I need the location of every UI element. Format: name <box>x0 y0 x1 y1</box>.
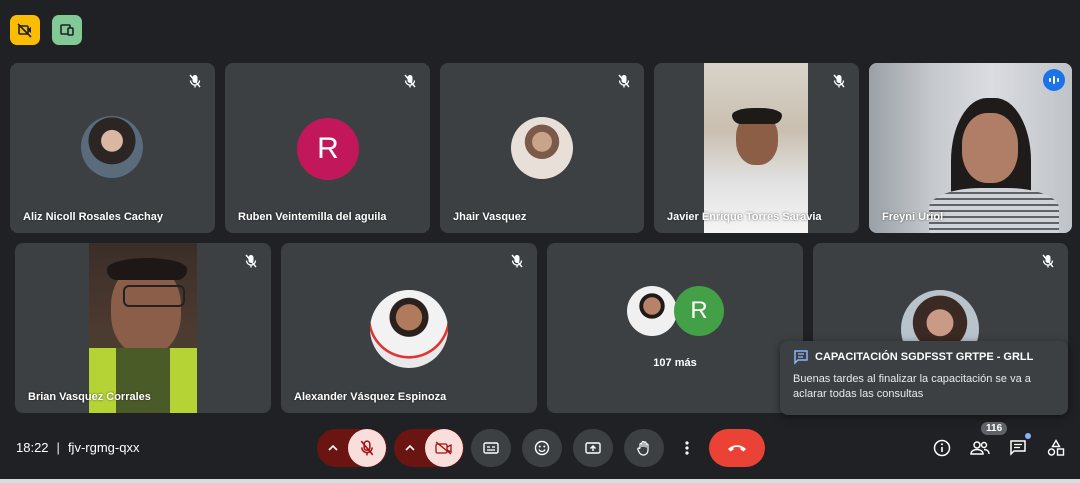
chat-icon <box>1010 440 1026 456</box>
participants-count-badge: 116 <box>981 422 1008 435</box>
captions-button[interactable] <box>471 429 511 467</box>
hang-up-icon <box>728 445 746 452</box>
camera-control[interactable] <box>394 429 464 467</box>
participant-video <box>869 63 1072 233</box>
mic-off-icon <box>241 251 261 271</box>
activities-icon <box>1047 439 1065 456</box>
activities-button[interactable] <box>1044 436 1068 460</box>
emoji-reaction-button[interactable] <box>522 429 562 467</box>
avatar-letter: R <box>297 118 359 180</box>
present-icon <box>585 442 601 454</box>
participant-tile[interactable]: Javier Enrique Torres Saravia <box>654 63 859 233</box>
captions-icon <box>483 442 499 454</box>
mic-off-icon <box>507 251 527 271</box>
avatar <box>627 286 677 336</box>
mic-off-icon <box>614 71 634 91</box>
chevron-up-icon[interactable] <box>318 429 348 467</box>
mic-off-button[interactable] <box>348 429 386 467</box>
no-record-icon[interactable] <box>10 15 40 45</box>
participant-tile[interactable]: R Ruben Veintemilla del aguila <box>225 63 430 233</box>
mic-off-icon <box>400 71 420 91</box>
people-button[interactable] <box>968 436 992 460</box>
leave-call-button[interactable] <box>709 429 765 467</box>
meeting-time: 18:22 <box>16 440 49 455</box>
participant-name: Brian Vasquez Corrales <box>28 391 151 403</box>
camera-off-button[interactable] <box>425 429 463 467</box>
meeting-code: fjv-rgmg-qxx <box>67 440 140 455</box>
participant-name: Freyni Uriol <box>882 211 944 223</box>
emoji-icon <box>534 440 550 456</box>
meeting-details-button[interactable] <box>930 436 954 460</box>
chat-notification[interactable]: CAPACITACIÓN SGDFSST GRTPE - GRLL Buenas… <box>780 341 1068 415</box>
participant-video <box>704 63 808 233</box>
people-icon <box>970 441 990 455</box>
participant-tile[interactable]: Jhair Vasquez <box>440 63 644 233</box>
info-icon <box>933 439 951 457</box>
chat-button[interactable] <box>1006 436 1030 460</box>
participant-name: Ruben Veintemilla del aguila <box>238 211 387 223</box>
present-screen-button[interactable] <box>573 429 613 467</box>
participant-video <box>89 243 197 413</box>
more-participants-tile[interactable]: R 107 más <box>547 243 803 413</box>
participant-name: Javier Enrique Torres Saravia <box>667 211 822 223</box>
participant-tile[interactable]: Brian Vasquez Corrales <box>15 243 271 413</box>
window-bottom-edge <box>0 479 1080 483</box>
participant-tile[interactable]: Aliz Nicoll Rosales Cachay <box>10 63 215 233</box>
participant-tile-active-speaker[interactable]: Freyni Uriol <box>869 63 1072 233</box>
mic-off-icon <box>829 71 849 91</box>
chat-icon <box>793 349 809 370</box>
speaking-indicator-icon <box>1043 69 1065 91</box>
avatar <box>370 290 448 368</box>
microphone-control[interactable] <box>317 429 387 467</box>
mic-off-icon <box>1038 251 1058 271</box>
more-participants-label: 107 más <box>653 357 697 369</box>
more-vert-icon <box>685 441 689 455</box>
more-options-button[interactable] <box>672 429 702 467</box>
participant-name: Aliz Nicoll Rosales Cachay <box>23 211 163 223</box>
chat-notification-title: CAPACITACIÓN SGDFSST GRTPE - GRLL <box>815 351 1034 363</box>
avatar <box>511 117 573 179</box>
participant-name: Jhair Vasquez <box>453 211 527 223</box>
participant-name: Alexander Vásquez Espinoza <box>294 391 447 403</box>
meeting-info: 18:22 | fjv-rgmg-qxx <box>16 440 139 455</box>
hand-icon <box>637 440 649 456</box>
chat-unread-dot <box>1025 433 1031 439</box>
avatar <box>81 116 143 178</box>
devices-icon[interactable] <box>52 15 82 45</box>
participant-tile[interactable]: Alexander Vásquez Espinoza <box>281 243 537 413</box>
avatar-letter: R <box>674 286 724 336</box>
chevron-up-icon[interactable] <box>395 429 425 467</box>
raise-hand-button[interactable] <box>624 429 664 467</box>
chat-notification-message: Buenas tardes al finalizar la capacitaci… <box>793 373 1031 400</box>
meeting-separator: | <box>56 440 60 455</box>
mic-off-icon <box>185 71 205 91</box>
